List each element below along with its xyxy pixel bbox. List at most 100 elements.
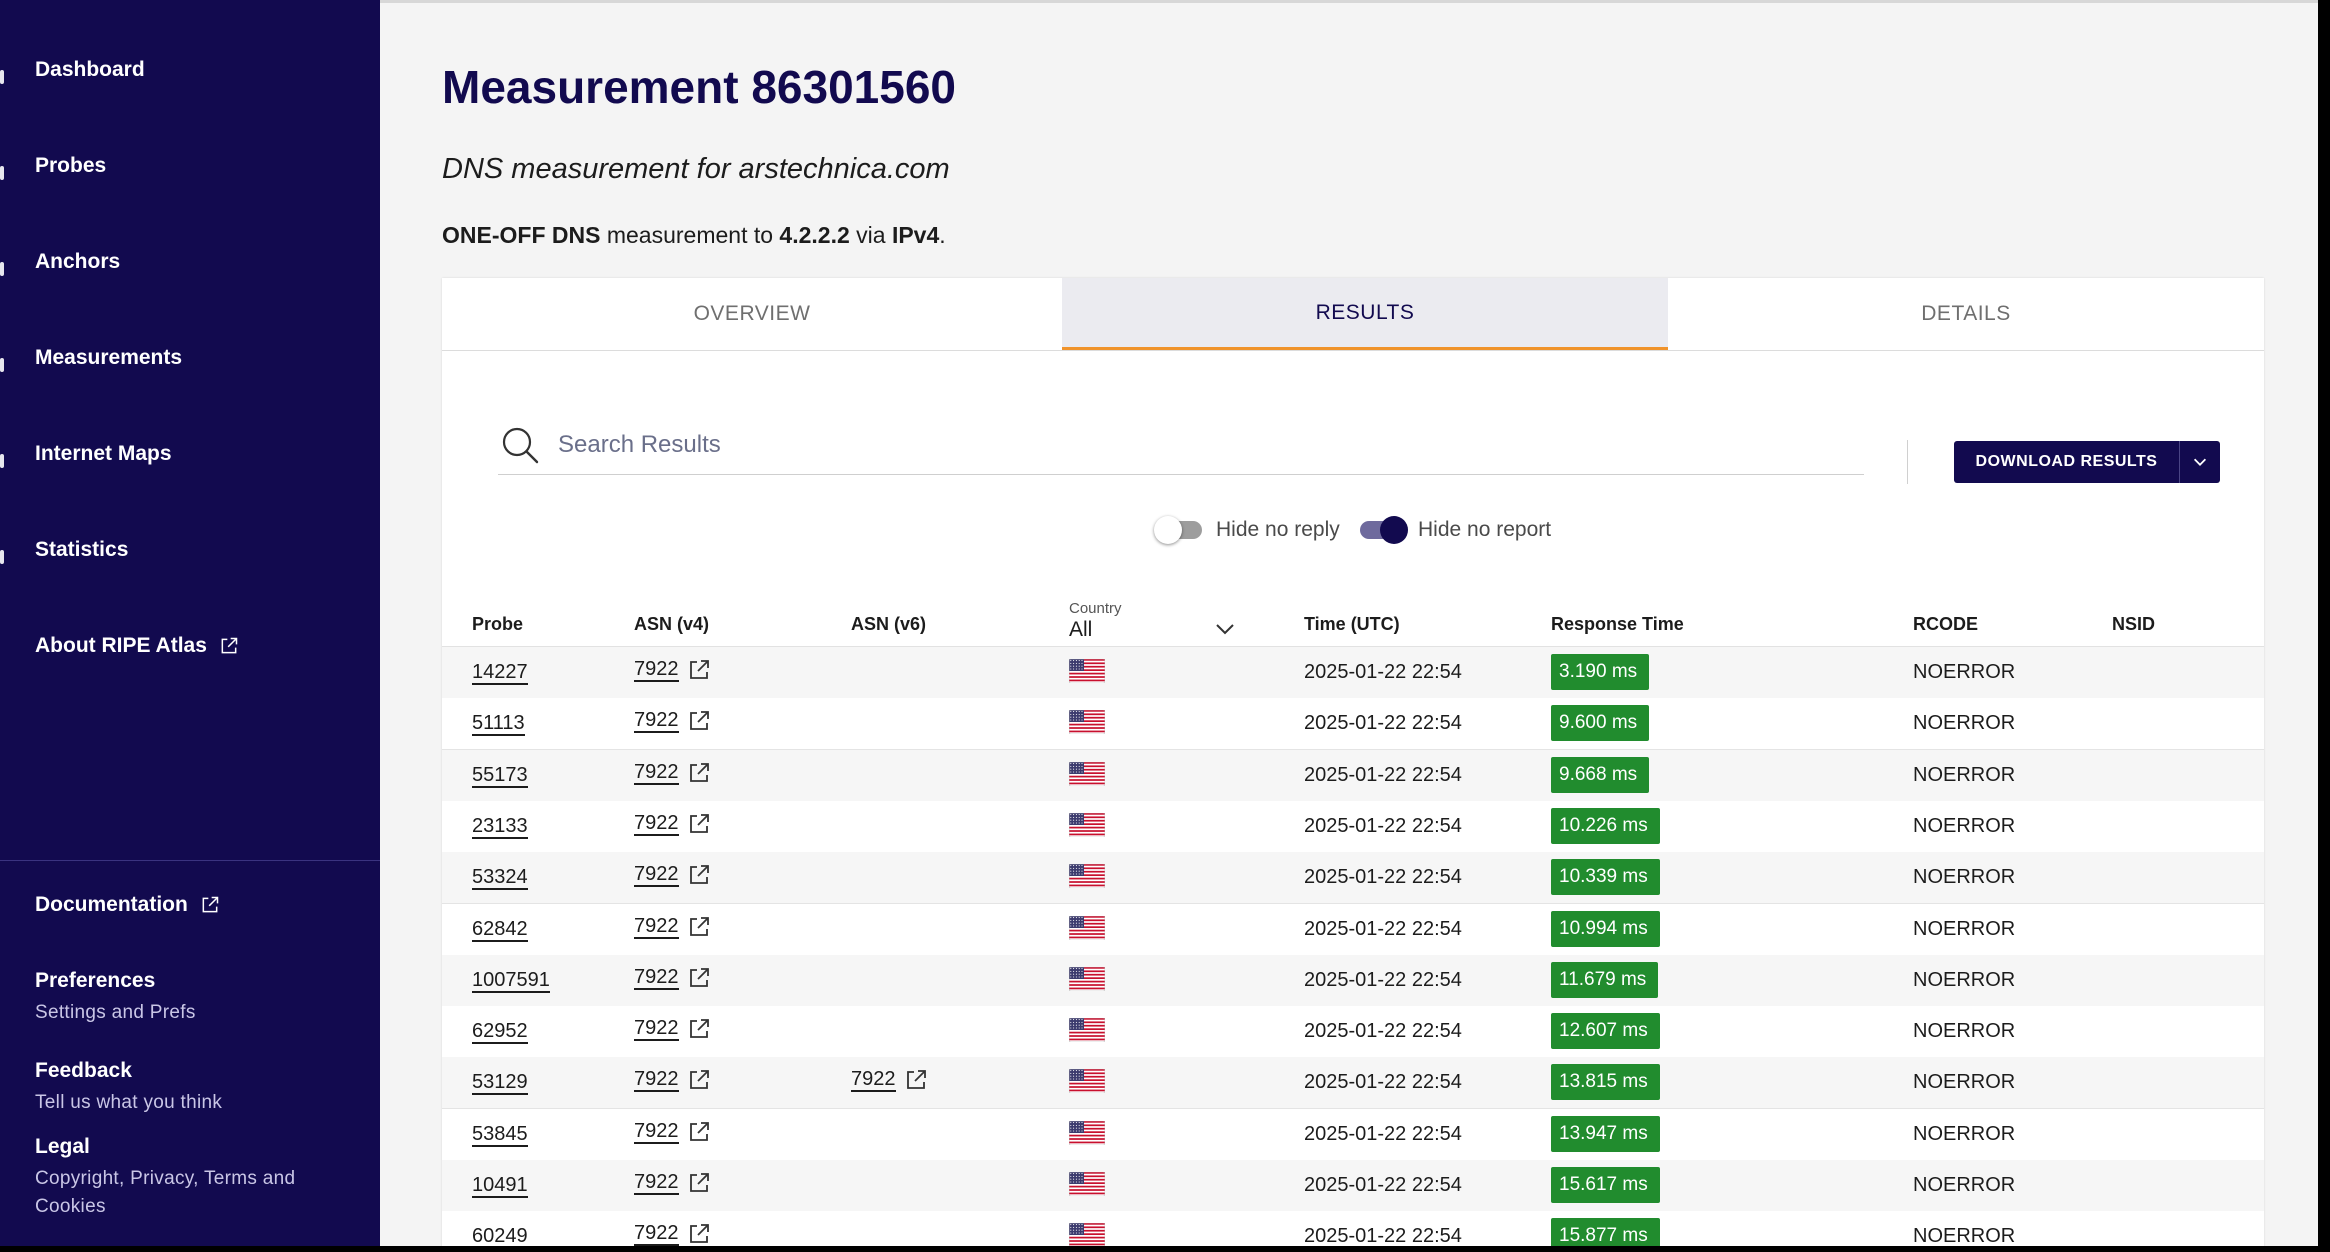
search-input[interactable]	[556, 430, 1760, 460]
probe-link[interactable]: 1007591	[472, 969, 550, 993]
result-time: 2025-01-22 22:54	[1304, 866, 1462, 889]
sidebar-item-feedback[interactable]: Feedback Tell us what you think	[35, 1059, 222, 1117]
probe-link[interactable]: 53324	[472, 866, 528, 891]
column-response-time[interactable]: Response Time	[1551, 614, 1684, 635]
us-flag-icon[interactable]	[1068, 863, 1106, 889]
hide-no-reply-switch[interactable]	[1154, 516, 1202, 544]
us-flag-icon[interactable]	[1068, 1069, 1106, 1094]
response-time-badge: 9.600 ms	[1551, 705, 1650, 742]
sidebar-item-label: About RIPE Atlas	[35, 634, 207, 657]
tab-details[interactable]: DETAILS	[1668, 278, 2264, 350]
download-options-dropdown[interactable]	[2179, 441, 2220, 483]
column-asn-v6[interactable]: ASN (v6)	[851, 614, 926, 635]
probe-link[interactable]: 10491	[472, 1174, 528, 1198]
us-flag-icon[interactable]	[1068, 761, 1106, 786]
country-filter[interactable]: Country All	[1069, 600, 1239, 642]
result-time: 2025-01-22 22:54	[1304, 1071, 1462, 1094]
sidebar-item-anchors[interactable]: Anchors	[35, 250, 120, 274]
result-time: 2025-01-22 22:54	[1304, 661, 1462, 683]
us-flag-icon[interactable]	[1068, 1017, 1106, 1043]
column-time[interactable]: Time (UTC)	[1304, 614, 1400, 635]
us-flag-icon[interactable]	[1068, 709, 1106, 735]
result-rcode: NOERROR	[1913, 1122, 2016, 1145]
us-flag-icon[interactable]	[1068, 1120, 1106, 1145]
asn-v4-link[interactable]: 7922	[634, 761, 711, 785]
external-link-icon	[687, 812, 711, 836]
tab-results[interactable]: RESULTS	[1062, 278, 1668, 350]
asn-v4-link[interactable]: 7922	[634, 1120, 711, 1144]
sidebar-item-statistics[interactable]: Statistics	[35, 538, 128, 562]
asn-v4-link[interactable]: 7922	[634, 966, 711, 990]
table-row: 62842 7922 2025-01-22 22:54 10.994 ms NOERRO…	[442, 903, 2264, 956]
probe-link[interactable]: 62842	[472, 918, 528, 942]
asn-v4-link[interactable]: 7922	[634, 863, 711, 888]
sidebar-item-legal[interactable]: Legal Copyright, Privacy, Terms and Cooki…	[35, 1135, 335, 1221]
switch-knob	[1380, 516, 1408, 544]
sidebar-item-description: Settings and Prefs	[35, 1002, 196, 1023]
asn-v4-link[interactable]: 7922	[634, 1017, 711, 1042]
us-flag-icon[interactable]	[1068, 1171, 1106, 1197]
probe-link[interactable]: 23133	[472, 815, 528, 839]
result-rcode: NOERROR	[1913, 866, 2016, 889]
asn-number: 7922	[634, 760, 679, 785]
sidebar-item-label: Measurements	[35, 346, 183, 369]
asn-v4-link[interactable]: 7922	[634, 1068, 711, 1093]
asn-v4-link[interactable]: 7922	[634, 709, 711, 734]
sidebar-item-preferences[interactable]: Preferences Settings and Prefs	[35, 969, 196, 1027]
hide-no-report-toggle[interactable]: Hide no report	[1360, 516, 1551, 544]
summary-target: 4.2.2.2	[779, 222, 850, 248]
probe-link[interactable]: 62952	[472, 1020, 528, 1045]
sidebar-item-documentation[interactable]: Documentation	[35, 893, 220, 917]
hide-no-reply-toggle[interactable]: Hide no reply	[1154, 516, 1340, 544]
response-time-badge: 9.668 ms	[1551, 756, 1650, 793]
table-row: 1007591 7922 2025-01-22 22:54 11.679 ms NOER…	[442, 954, 2264, 1007]
column-nsid[interactable]: NSID	[2112, 614, 2155, 635]
result-rcode: NOERROR	[1913, 712, 2016, 735]
tab-overview[interactable]: OVERVIEW	[442, 278, 1062, 350]
asn-v4-link[interactable]: 7922	[634, 1222, 711, 1246]
sidebar-item-about-ripe-atlas[interactable]: About RIPE Atlas	[35, 634, 239, 658]
probe-link[interactable]: 14227	[472, 661, 528, 685]
us-flag-icon[interactable]	[1068, 658, 1106, 684]
result-time: 2025-01-22 22:54	[1304, 814, 1462, 837]
us-flag-icon[interactable]	[1068, 966, 1106, 992]
probe-link[interactable]: 60249	[472, 1225, 528, 1246]
table-row: 14227 7922 2025-01-22 22:54 3.190 ms NOERROR	[442, 647, 2264, 699]
asn-number: 7922	[634, 863, 679, 888]
asn-number: 7922	[634, 1017, 679, 1042]
column-probe[interactable]: Probe	[472, 614, 523, 635]
us-flag-icon[interactable]	[1068, 915, 1106, 940]
column-rcode[interactable]: RCODE	[1913, 614, 1978, 635]
sidebar-divider	[0, 860, 380, 861]
sidebar-item-dashboard[interactable]: Dashboard	[35, 58, 145, 82]
sidebar-item-probes[interactable]: Probes	[35, 154, 106, 178]
probe-link[interactable]: 53845	[472, 1123, 528, 1147]
external-link-icon	[687, 709, 711, 733]
asn-v4-link[interactable]: 7922	[634, 915, 711, 939]
asn-v6-link[interactable]: 7922	[851, 1068, 928, 1093]
hide-no-report-switch[interactable]	[1360, 516, 1408, 544]
result-rcode: NOERROR	[1913, 1020, 2016, 1043]
asn-v4-link[interactable]: 7922	[634, 658, 711, 682]
asn-v4-link[interactable]: 7922	[634, 812, 711, 836]
sidebar-item-measurements[interactable]: Measurements	[35, 346, 182, 370]
probe-link[interactable]: 55173	[472, 764, 528, 788]
us-flag-icon[interactable]	[1068, 1222, 1106, 1246]
nav-icon-edge	[0, 166, 4, 180]
page-title: Measurement 86301560	[442, 61, 956, 113]
sidebar-item-title: Documentation	[35, 893, 220, 917]
sidebar-item-label: Internet Maps	[35, 442, 172, 465]
response-time-badge: 13.815 ms	[1551, 1064, 1660, 1101]
column-asn-v4[interactable]: ASN (v4)	[634, 614, 709, 635]
result-rcode: NOERROR	[1913, 1174, 2016, 1196]
download-results-button[interactable]: DOWNLOAD RESULTS	[1954, 441, 2220, 483]
sidebar-item-internet-maps[interactable]: Internet Maps	[35, 442, 172, 466]
probe-link[interactable]: 51113	[472, 712, 525, 737]
probe-link[interactable]: 53129	[472, 1071, 528, 1096]
search-icon	[500, 425, 540, 465]
sidebar-item-title: Legal	[35, 1135, 335, 1159]
asn-v4-link[interactable]: 7922	[634, 1171, 711, 1195]
us-flag-icon[interactable]	[1068, 812, 1106, 838]
nav-icon-edge	[0, 358, 4, 372]
sidebar-item-description: Tell us what you think	[35, 1092, 223, 1113]
